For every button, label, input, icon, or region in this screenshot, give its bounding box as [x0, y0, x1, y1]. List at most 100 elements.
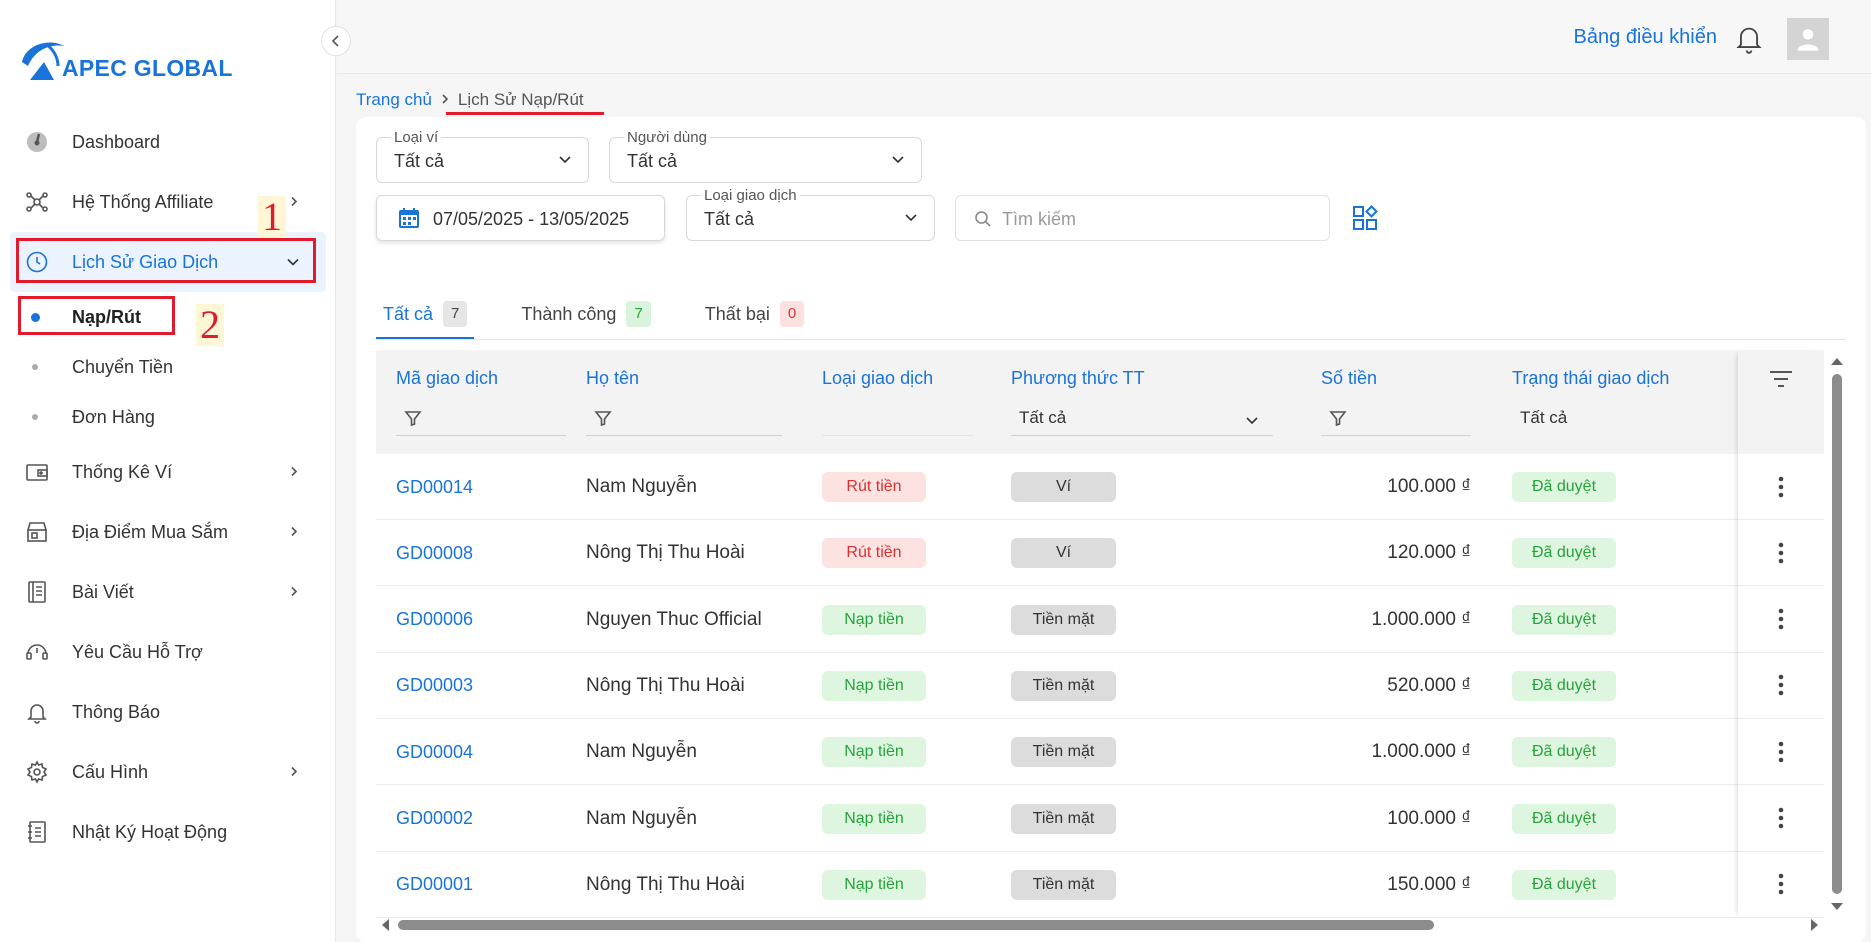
payment-method-cell: Tiền mặt: [1011, 653, 1116, 719]
article-icon: [24, 579, 50, 605]
payment-method-cell: Tiền mặt: [1011, 786, 1116, 852]
transaction-code-link[interactable]: GD00004: [396, 719, 473, 785]
row-actions-button[interactable]: [1738, 852, 1824, 918]
table-row[interactable]: GD00001 Nông Thị Thu Hoài Nạp tiền Tiền mặt…: [376, 851, 1738, 918]
chevron-down-icon: [904, 211, 918, 229]
scroll-right-icon[interactable]: [1810, 918, 1820, 932]
status-badge: Đã duyệt: [1512, 869, 1616, 900]
sidebar-item-support[interactable]: Yêu Cầu Hỗ Trợ: [0, 622, 336, 682]
sidebar-item-articles[interactable]: Bài Viết: [0, 562, 336, 622]
table-row[interactable]: GD00014 Nam Nguyễn Rút tiền Ví 100.000 ₫ Đã d…: [376, 454, 1738, 520]
tab-failed[interactable]: Thất bại 0: [698, 290, 811, 338]
more-vertical-icon: [1778, 741, 1784, 762]
table-row[interactable]: GD00008 Nông Thị Thu Hoài Rút tiền Ví 120.00…: [376, 520, 1738, 587]
tab-count-badge: 7: [626, 301, 651, 327]
breadcrumb-home-link[interactable]: Trang chủ: [356, 90, 432, 110]
more-vertical-icon: [1778, 542, 1784, 564]
calendar-icon: [397, 206, 421, 235]
transaction-code-link[interactable]: GD00001: [396, 852, 473, 918]
sidebar-subitem-label: Nạp/Rút: [72, 306, 141, 327]
status-cell: Đã duyệt: [1512, 587, 1616, 653]
column-header-amount[interactable]: Số tiền: [1321, 368, 1377, 389]
row-actions-button[interactable]: [1738, 719, 1824, 786]
column-header-status[interactable]: Trạng thái giao dịch: [1512, 368, 1669, 389]
horizontal-scroll-thumb[interactable]: [398, 920, 1434, 930]
more-vertical-icon: [1778, 675, 1784, 696]
payment-method-cell: Ví: [1011, 520, 1116, 586]
row-actions-button[interactable]: [1738, 587, 1824, 653]
transaction-code-link[interactable]: GD00002: [396, 786, 473, 852]
tab-success[interactable]: Thành công 7: [514, 290, 657, 338]
vertical-scrollbar[interactable]: [1824, 350, 1846, 918]
sort-lines-icon[interactable]: [1768, 368, 1794, 390]
row-actions-button[interactable]: [1738, 454, 1824, 520]
status-cell: Đã duyệt: [1512, 786, 1616, 852]
horizontal-scrollbar[interactable]: [376, 914, 1824, 936]
payment-method-filter[interactable]: Tất cả: [1011, 400, 1273, 436]
tab-label: Tất cả: [383, 303, 434, 324]
row-actions-button[interactable]: [1738, 520, 1824, 587]
tab-all[interactable]: Tất cả 7: [376, 290, 475, 340]
vertical-scroll-thumb[interactable]: [1832, 374, 1842, 894]
transaction-code-link[interactable]: GD00006: [396, 587, 473, 653]
sidebar-item-label: Dashboard: [72, 131, 161, 152]
table-row[interactable]: GD00006 Nguyen Thuc Official Nạp tiền Tiền …: [376, 586, 1738, 653]
column-settings-icon[interactable]: [1352, 205, 1378, 236]
transaction-code-link[interactable]: GD00003: [396, 653, 473, 719]
scroll-down-icon[interactable]: [1830, 902, 1844, 912]
date-range-picker[interactable]: 07/05/2025 - 13/05/2025: [376, 195, 665, 241]
user-select[interactable]: Người dùng Tất cả: [609, 129, 922, 183]
more-vertical-icon: [1778, 476, 1784, 497]
annotation-number-1: 1: [258, 196, 286, 238]
chevron-down-icon: [891, 153, 905, 171]
dashboard-link[interactable]: Bảng điều khiển: [1574, 26, 1717, 49]
row-actions-button[interactable]: [1738, 653, 1824, 719]
table-row[interactable]: GD00003 Nông Thị Thu Hoài Nạp tiền Tiền mặt…: [376, 652, 1738, 719]
sidebar-subitem-transfer[interactable]: Chuyển Tiền: [0, 342, 336, 392]
status-badge: Đã duyệt: [1512, 472, 1616, 502]
transaction-code-link[interactable]: GD00014: [396, 454, 473, 520]
table-row[interactable]: GD00002 Nam Nguyễn Nạp tiền Tiền mặt 100.000…: [376, 785, 1738, 852]
sidebar-collapse-button[interactable]: [321, 26, 351, 56]
sidebar-item-dashboard[interactable]: Dashboard: [0, 112, 336, 172]
scroll-up-icon[interactable]: [1830, 356, 1844, 366]
sidebar-subitem-deposit-withdraw[interactable]: Nạp/Rút: [0, 292, 336, 342]
customer-name: Nam Nguyễn: [586, 476, 697, 497]
table-row[interactable]: GD00004 Nam Nguyễn Nạp tiền Tiền mặt 1.000.0…: [376, 719, 1738, 786]
field-label: Loại ví: [391, 129, 442, 146]
amount-filter[interactable]: [1321, 400, 1471, 436]
sidebar-item-shopping-places[interactable]: Địa Điểm Mua Sắm: [0, 502, 336, 562]
notification-bell-icon[interactable]: [1735, 24, 1763, 59]
logo-mark-icon: [20, 36, 68, 82]
transaction-type-badge: Nạp tiền: [822, 670, 926, 701]
code-filter[interactable]: [396, 400, 566, 436]
sidebar-item-settings[interactable]: Cấu Hình: [0, 742, 336, 802]
wallet-type-select[interactable]: Loại ví Tất cả: [376, 129, 589, 183]
transaction-type-cell: Nạp tiền: [822, 719, 926, 785]
row-actions-button[interactable]: [1738, 786, 1824, 852]
user-avatar[interactable]: [1787, 18, 1829, 60]
customer-name: Nam Nguyễn: [586, 741, 697, 763]
tabs-divider: [376, 339, 1846, 340]
column-header-code[interactable]: Mã giao dịch: [396, 368, 498, 389]
transaction-code-link[interactable]: GD00008: [396, 520, 473, 586]
status-filter[interactable]: Tất cả: [1512, 400, 1738, 436]
app-logo[interactable]: APEC GLOBAL: [20, 36, 233, 82]
column-header-type[interactable]: Loại giao dịch: [822, 368, 933, 389]
search-input[interactable]: Tìm kiếm: [955, 195, 1330, 241]
sidebar-subitem-orders[interactable]: Đơn Hàng: [0, 392, 336, 442]
column-header-name[interactable]: Họ tên: [586, 368, 639, 389]
more-vertical-icon: [1778, 807, 1784, 829]
column-header-payment-method[interactable]: Phương thức TT: [1011, 368, 1145, 389]
sidebar-item-wallet-stats[interactable]: Thống Kê Ví: [0, 442, 336, 502]
clock-icon: [24, 249, 50, 275]
sidebar-item-notifications[interactable]: Thông Báo: [0, 682, 336, 742]
payment-method-badge: Tiền mặt: [1011, 604, 1116, 635]
sidebar-item-label: Thống Kê Ví: [72, 461, 173, 482]
transaction-type-select[interactable]: Loại giao dịch Tất cả: [686, 187, 935, 241]
name-filter[interactable]: [586, 400, 782, 436]
transaction-type-cell: Rút tiền: [822, 454, 926, 520]
sidebar-item-activity-log[interactable]: Nhật Ký Hoạt Động: [0, 802, 336, 862]
scroll-left-icon[interactable]: [380, 918, 390, 932]
sidebar-item-transaction-history[interactable]: Lịch Sử Giao Dịch: [10, 232, 326, 292]
